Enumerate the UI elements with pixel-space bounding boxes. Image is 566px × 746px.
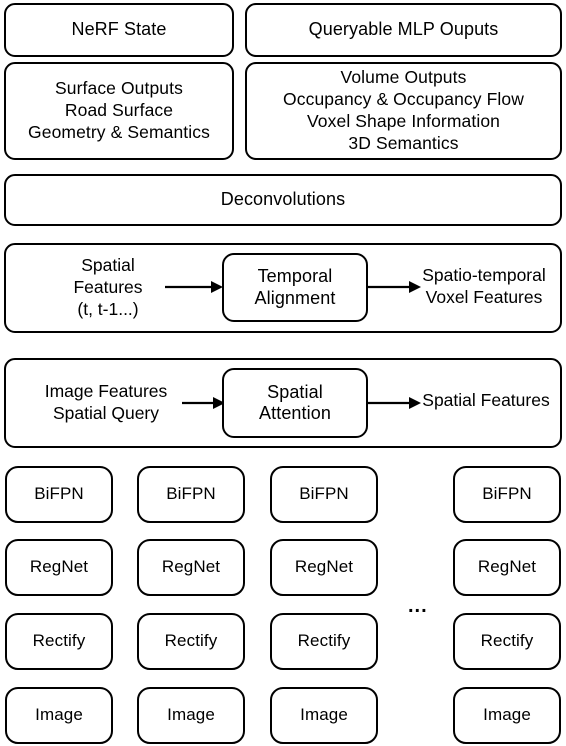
block-diagram: NeRF State Queryable MLP Ouputs Surface … xyxy=(0,0,566,746)
block-image-4: Image xyxy=(453,687,561,744)
block-regnet-4: RegNet xyxy=(453,539,561,596)
block-bifpn-1: BiFPN xyxy=(5,466,113,523)
block-rectify-4: Rectify xyxy=(453,613,561,670)
label-temporal-output: Spatio-temporal Voxel Features xyxy=(422,265,546,307)
block-image-2: Image xyxy=(137,687,245,744)
arrow-attention-in xyxy=(182,397,225,409)
block-nerf-state: NeRF State xyxy=(4,3,234,57)
block-regnet-2: RegNet xyxy=(137,539,245,596)
label-attention-output: Spatial Features xyxy=(422,390,550,411)
block-bifpn-3: BiFPN xyxy=(270,466,378,523)
block-regnet-3: RegNet xyxy=(270,539,378,596)
block-deconvolutions: Deconvolutions xyxy=(4,174,562,226)
block-image-1: Image xyxy=(5,687,113,744)
block-regnet-1: RegNet xyxy=(5,539,113,596)
block-temporal-alignment: Temporal Alignment xyxy=(222,253,368,322)
block-rectify-3: Rectify xyxy=(270,613,378,670)
block-rectify-1: Rectify xyxy=(5,613,113,670)
block-bifpn-2: BiFPN xyxy=(137,466,245,523)
label-temporal-input: Spatial Features (t, t-1...) xyxy=(73,255,143,319)
block-spatial-attention: Spatial Attention xyxy=(222,368,368,438)
arrow-temporal-in xyxy=(165,281,223,293)
label-attention-input: Image Features Spatial Query xyxy=(44,381,168,423)
block-bifpn-4: BiFPN xyxy=(453,466,561,523)
block-rectify-2: Rectify xyxy=(137,613,245,670)
block-queryable-mlp-outputs: Queryable MLP Ouputs xyxy=(245,3,562,57)
block-surface-outputs: Surface Outputs Road Surface Geometry & … xyxy=(4,62,234,160)
ellipsis-more-cameras: ... xyxy=(408,595,428,617)
block-volume-outputs: Volume Outputs Occupancy & Occupancy Flo… xyxy=(245,62,562,160)
block-image-3: Image xyxy=(270,687,378,744)
